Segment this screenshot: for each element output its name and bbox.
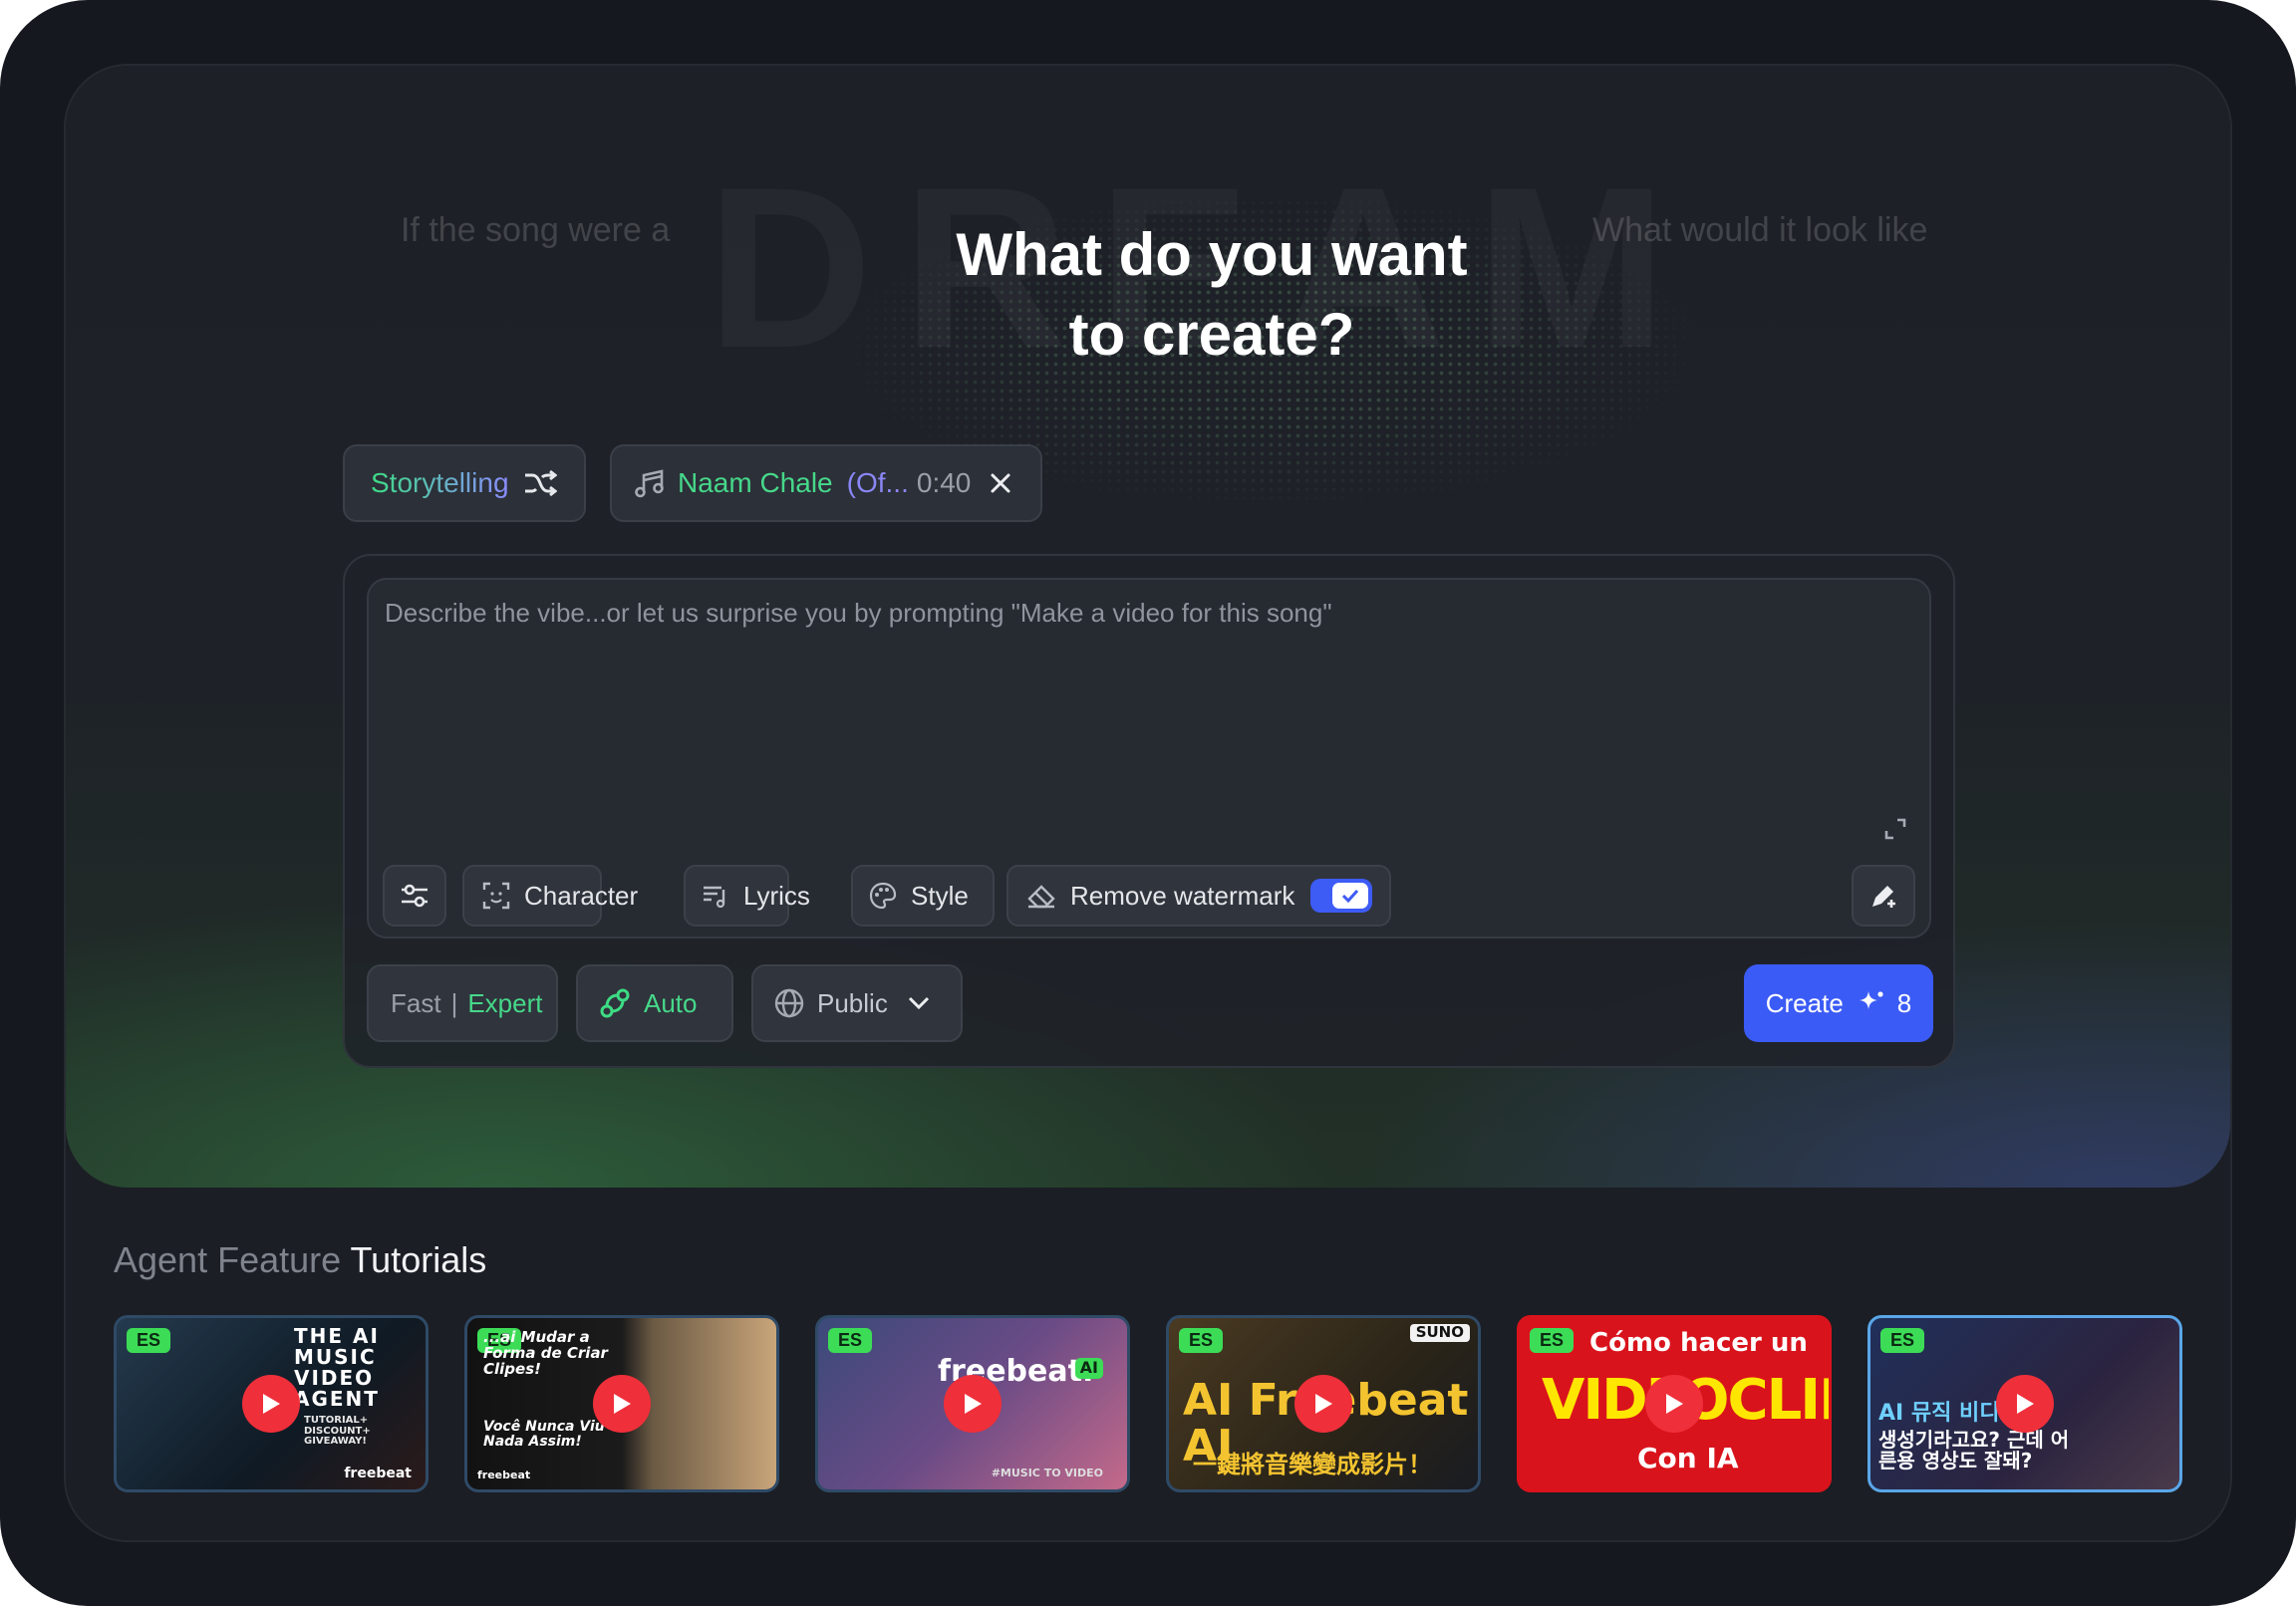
- tutorial-subcaption: Você Nunca Viu Nada Assim!: [483, 1419, 605, 1450]
- language-badge: ES: [127, 1328, 171, 1353]
- page-title-line1: What do you want: [956, 221, 1468, 288]
- speed-mode-switch[interactable]: Fast | Expert: [367, 964, 558, 1042]
- music-note-icon: [634, 467, 666, 499]
- shuffle-icon: [523, 469, 557, 497]
- speed-expert-option[interactable]: Expert: [467, 988, 542, 1019]
- create-credit-cost: 8: [1896, 987, 1912, 1018]
- magic-edit-button[interactable]: [1852, 865, 1915, 927]
- style-button[interactable]: Style: [851, 865, 995, 927]
- device-frame: DREAM If the song were a What would it l…: [0, 0, 2296, 1606]
- tutorial-brand: freebeat: [344, 1466, 412, 1482]
- play-icon[interactable]: [944, 1375, 1002, 1433]
- character-label: Character: [524, 880, 639, 911]
- tutorial-brand: SUNO: [1409, 1324, 1470, 1342]
- character-button[interactable]: Character: [462, 865, 638, 927]
- tutorial-card-2[interactable]: ES ...ai Mudar a Forma de Criar Clipes! …: [464, 1315, 779, 1492]
- style-label: Style: [911, 880, 969, 911]
- language-badge: ES: [1530, 1328, 1575, 1353]
- tutorial-caption: ...ai Mudar a Forma de Criar Clipes!: [483, 1328, 608, 1378]
- language-badge: ES: [1179, 1328, 1224, 1353]
- watermark-checkbox[interactable]: [1310, 879, 1373, 913]
- tutorial-brand: freebeat: [477, 1469, 531, 1482]
- app-panel: DREAM If the song were a What would it l…: [64, 64, 2232, 1542]
- language-badge: ES: [1880, 1328, 1925, 1353]
- auto-mode-button[interactable]: Auto: [576, 964, 733, 1042]
- create-label: Create: [1765, 987, 1844, 1018]
- visibility-label: Public: [817, 987, 888, 1018]
- globe-icon: [773, 987, 805, 1019]
- lyrics-label: Lyrics: [743, 880, 810, 911]
- tutorial-card-3[interactable]: ES freebeat. AI #MUSIC TO VIDEO: [815, 1315, 1130, 1492]
- tutorials-heading: Agent Feature Tutorials: [114, 1239, 486, 1281]
- palette-icon: [869, 882, 897, 910]
- expand-icon[interactable]: [1883, 817, 1907, 841]
- settings-sliders-button[interactable]: [383, 865, 446, 927]
- page-title-line2: to create?: [1068, 301, 1355, 368]
- selected-song-chip[interactable]: Naam Chale (Of... 0:40: [610, 444, 1042, 522]
- eraser-icon: [1026, 883, 1056, 909]
- sliders-icon: [400, 882, 430, 910]
- tutorials-heading-bold: Tutorials: [350, 1239, 487, 1280]
- lyrics-icon: [702, 884, 729, 908]
- tutorial-subcaption: #MUSIC TO VIDEO: [991, 1467, 1103, 1480]
- tutorials-heading-muted: Agent Feature: [114, 1239, 342, 1280]
- tutorial-subcaption: 생성기라고요? 근데 어른용 영상도 잘돼?: [1878, 1428, 2070, 1472]
- play-icon[interactable]: [242, 1375, 300, 1433]
- sparkle-icon: [1856, 988, 1885, 1018]
- ghost-prompt-left: If the song were a: [401, 211, 671, 249]
- play-icon[interactable]: [1996, 1375, 2054, 1433]
- tutorial-brand: Con IA: [1637, 1442, 1739, 1474]
- song-name-suffix: (Of...: [846, 467, 909, 498]
- auto-flow-icon: [598, 986, 632, 1020]
- speed-separator: |: [450, 987, 458, 1018]
- face-scan-icon: [482, 882, 510, 910]
- lyrics-button[interactable]: Lyrics: [684, 865, 810, 927]
- tutorial-card-5[interactable]: ES Cómo hacer un VIDEOCLIP Con IA: [1517, 1315, 1832, 1492]
- speed-fast-option[interactable]: Fast: [391, 988, 441, 1019]
- tutorial-card-1[interactable]: ES THE AI MUSIC VIDEO AGENT TUTORIAL+ DI…: [114, 1315, 429, 1492]
- song-duration: 0:40: [916, 467, 972, 498]
- tutorial-caption: THE AI MUSIC VIDEO AGENT: [294, 1324, 380, 1411]
- play-icon[interactable]: [593, 1375, 651, 1433]
- play-icon[interactable]: [1645, 1375, 1703, 1433]
- storytelling-mode-chip[interactable]: Storytelling: [343, 444, 586, 522]
- close-icon[interactable]: [989, 471, 1012, 495]
- hero-section: DREAM If the song were a What would it l…: [66, 66, 2230, 1188]
- tutorial-caption: Cómo hacer un: [1589, 1328, 1808, 1358]
- check-icon: [1332, 883, 1369, 909]
- prompt-textarea[interactable]: Describe the vibe...or let us surprise y…: [367, 578, 1931, 938]
- play-icon[interactable]: [1294, 1375, 1352, 1433]
- remove-watermark-label: Remove watermark: [1070, 880, 1295, 911]
- tutorial-card-4[interactable]: ES SUNO AI Freebeat AI 一鍵將音樂變成影片！: [1166, 1315, 1481, 1492]
- language-badge: ES: [828, 1328, 873, 1353]
- page-title: What do you want to create?: [763, 215, 1660, 375]
- prompt-placeholder: Describe the vibe...or let us surprise y…: [385, 598, 1332, 628]
- song-name: Naam Chale: [678, 467, 833, 498]
- visibility-dropdown[interactable]: Public: [751, 964, 963, 1042]
- mode-label: Storytelling: [371, 467, 509, 498]
- tutorial-subcaption: TUTORIAL+ DISCOUNT+ GIVEAWAY!: [304, 1415, 371, 1447]
- pen-sparkle-icon: [1868, 881, 1898, 911]
- auto-label: Auto: [644, 987, 698, 1018]
- tutorial-brand: AI: [1074, 1358, 1103, 1379]
- tutorial-card-6[interactable]: ES AI 뮤직 비디오 생성기라고요? 근데 어른용 영상도 잘돼?: [1867, 1315, 2182, 1492]
- tutorial-subcaption: 一鍵將音樂變成影片！: [1193, 1450, 1432, 1478]
- create-button[interactable]: Create 8: [1744, 964, 1933, 1042]
- prompt-composer: Describe the vibe...or let us surprise y…: [343, 554, 1955, 1068]
- remove-watermark-toggle[interactable]: Remove watermark: [1006, 865, 1391, 927]
- chevron-down-icon: [908, 996, 930, 1010]
